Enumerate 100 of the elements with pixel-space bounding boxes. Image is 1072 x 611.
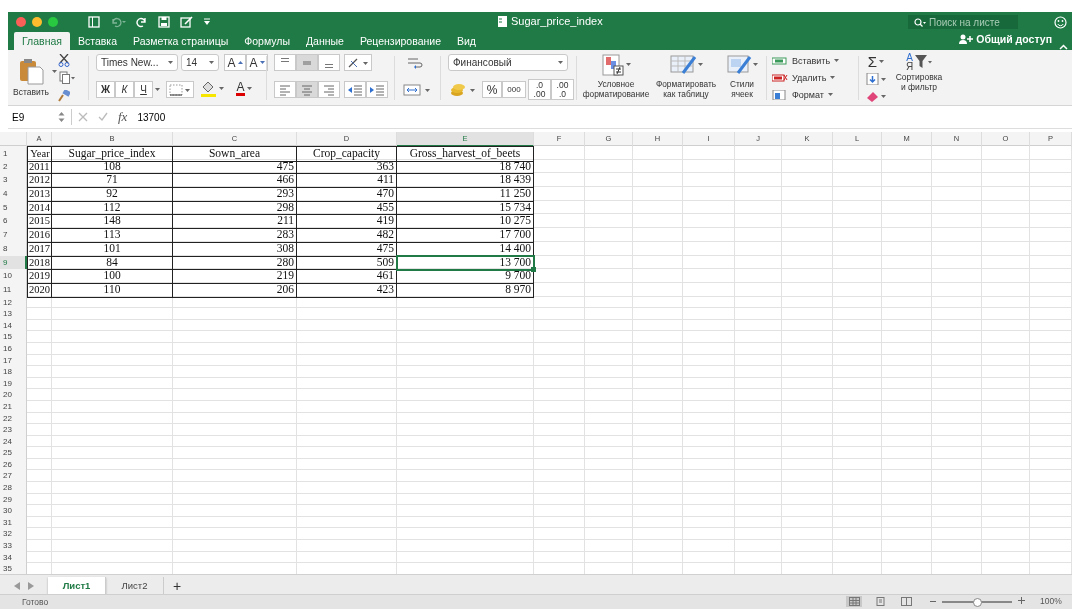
row-header[interactable]: 30 <box>0 505 27 518</box>
triangle-icon <box>259 61 265 64</box>
cancel-icon[interactable] <box>78 112 88 122</box>
row-header[interactable]: 20 <box>0 389 27 402</box>
row-header[interactable]: 13 <box>0 308 27 321</box>
cut-button[interactable] <box>56 53 72 68</box>
ribbon-tab[interactable]: Вид <box>449 32 484 50</box>
collapse-icon[interactable] <box>1059 44 1068 50</box>
copy-button[interactable] <box>56 70 78 85</box>
grow-font-button[interactable]: A <box>224 54 246 71</box>
table-cell: 108 <box>52 159 173 175</box>
ribbon-tab[interactable]: Данные <box>297 32 352 50</box>
smiley-icon[interactable] <box>1054 16 1068 29</box>
row-header[interactable]: 23 <box>0 424 27 437</box>
search-field[interactable]: Поиск на листе <box>908 15 1018 29</box>
align-left-button[interactable] <box>274 81 296 98</box>
align-left-icon <box>278 83 292 96</box>
bold-button[interactable]: Ж <box>96 81 115 98</box>
row-header[interactable]: 18 <box>0 366 27 379</box>
sheet-tab[interactable]: Лист1 <box>48 577 106 594</box>
share-button[interactable]: Общий доступ <box>959 33 1052 45</box>
redo-icon[interactable] <box>136 16 148 28</box>
table-cell: 308 <box>173 241 297 257</box>
row-header[interactable]: 33 <box>0 540 27 553</box>
paste-button[interactable]: Вставить <box>10 54 52 100</box>
increase-decimal-button[interactable]: .0 .00 <box>528 79 551 100</box>
fill-down-icon <box>866 72 886 85</box>
cells-format-button[interactable]: Формат <box>772 87 854 102</box>
format-painter-button[interactable] <box>56 88 72 103</box>
minimize-button[interactable] <box>32 17 42 27</box>
close-button[interactable] <box>16 17 26 27</box>
zoom-level: 100% <box>1040 596 1062 606</box>
decrease-decimal-button[interactable]: .00 .0 <box>551 79 574 100</box>
wrap-text-icon <box>407 56 425 69</box>
italic-button[interactable]: К <box>115 81 134 98</box>
previous-sheet-icon[interactable] <box>14 582 20 590</box>
fill-color-button[interactable] <box>198 79 226 98</box>
align-top-button[interactable] <box>274 54 296 71</box>
ribbon-tab[interactable]: Главная <box>14 32 70 50</box>
cells-insert-button[interactable]: Вставить <box>772 53 854 68</box>
autosum-button[interactable]: Σ <box>864 53 888 69</box>
fill-handle[interactable] <box>531 267 536 273</box>
borders-icon <box>169 83 191 96</box>
save-icon[interactable] <box>158 16 170 28</box>
number-format-dropdown[interactable]: Финансовый <box>448 54 568 71</box>
row-header[interactable]: 25 <box>0 447 27 460</box>
row-header[interactable]: 28 <box>0 482 27 495</box>
table-cell: 10 275 <box>397 214 534 230</box>
accounting-button[interactable] <box>448 81 478 98</box>
stepper-icon[interactable] <box>58 111 65 123</box>
underline-button[interactable]: Ч <box>134 81 153 98</box>
zoom-in-button[interactable] <box>1018 596 1025 606</box>
align-center-button[interactable] <box>296 81 318 98</box>
align-right-button[interactable] <box>318 81 340 98</box>
increase-indent-button[interactable] <box>366 81 388 98</box>
row-header[interactable]: 7 <box>0 228 27 243</box>
ribbon-tab[interactable]: Разметка страницы <box>125 32 237 50</box>
row-header[interactable]: 15 <box>0 331 27 344</box>
cells-delete-button[interactable]: Удалить <box>772 70 854 85</box>
table-cell: 84 <box>52 255 173 271</box>
page-break-icon <box>900 597 912 606</box>
font-color-button[interactable]: A <box>230 79 258 98</box>
enter-icon[interactable] <box>98 112 108 122</box>
align-bottom-button[interactable] <box>318 54 340 71</box>
zoom-button[interactable] <box>48 17 58 27</box>
decrease-indent-button[interactable] <box>344 81 366 98</box>
edit-icon[interactable] <box>180 16 193 28</box>
table-cell: 92 <box>52 187 173 202</box>
shrink-font-button[interactable]: A <box>246 54 268 71</box>
undo-icon[interactable] <box>110 16 126 28</box>
borders-button[interactable] <box>166 81 194 98</box>
format-as-table-button[interactable]: Форматировать как таблицу <box>653 53 719 103</box>
add-sheet-button[interactable]: + <box>164 577 190 594</box>
normal-view-button[interactable] <box>846 596 862 607</box>
sort-filter-button[interactable]: А Я Сортировка и фильтр <box>890 53 948 103</box>
orientation-button[interactable] <box>344 54 372 71</box>
ribbon-tab[interactable]: Рецензирование <box>351 32 449 50</box>
table-cell: 411 <box>297 173 397 189</box>
page-break-button[interactable] <box>898 596 914 607</box>
fill-button[interactable] <box>864 71 888 86</box>
font-size-dropdown[interactable]: 14 <box>181 54 219 71</box>
row-header[interactable]: 10 <box>0 269 27 284</box>
ribbon-tab[interactable]: Вставка <box>69 32 125 50</box>
align-middle-button[interactable] <box>296 54 318 71</box>
sidebar-icon[interactable] <box>88 16 100 28</box>
table-cell: 2011 <box>27 159 52 175</box>
next-sheet-icon[interactable] <box>28 582 34 590</box>
name-box[interactable]: E9 <box>8 110 58 124</box>
thousands-button[interactable]: 000 <box>502 81 526 98</box>
ribbon-tab[interactable]: Формулы <box>236 32 298 50</box>
customize-icon[interactable] <box>203 18 211 26</box>
font-name-dropdown[interactable]: Times New... <box>96 54 178 71</box>
slider-thumb[interactable] <box>973 598 982 607</box>
conditional-formatting-button[interactable]: Условное форматирование <box>581 53 651 103</box>
cell-styles-button[interactable]: Стили ячеек <box>722 53 762 103</box>
percent-button[interactable]: % <box>482 81 502 98</box>
table-cell: 509 <box>297 255 397 271</box>
format-cells-icon <box>772 89 788 100</box>
function-button[interactable]: fx <box>118 109 128 125</box>
row-header[interactable]: 4 <box>0 187 27 202</box>
